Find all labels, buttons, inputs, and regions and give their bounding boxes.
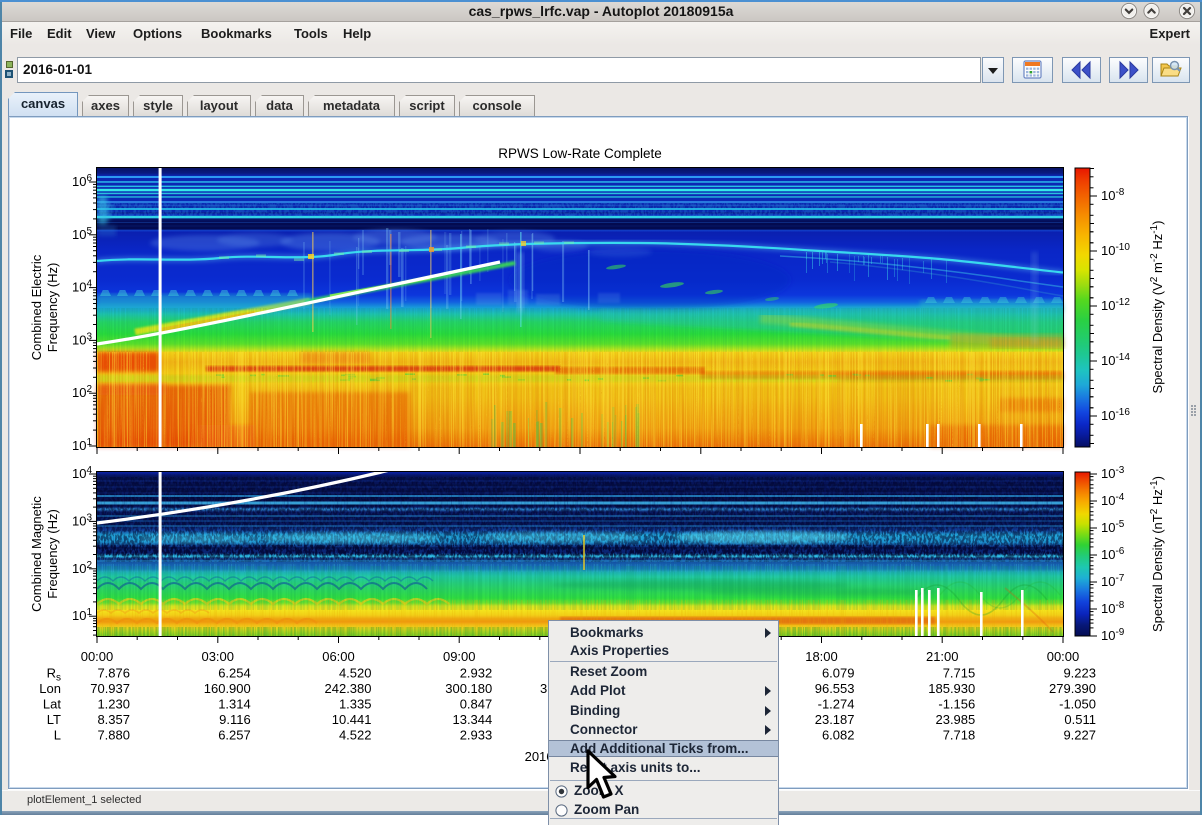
svg-text:Combined Magnetic: Combined Magnetic [29,496,44,612]
svg-text:0.511: 0.511 [1064,712,1096,727]
svg-text:6.254: 6.254 [218,666,251,681]
svg-text:10-4: 10-4 [1101,492,1125,508]
svg-text:2.932: 2.932 [460,666,493,681]
svg-text:185.930: 185.930 [928,681,975,696]
svg-text:103: 103 [72,331,92,347]
svg-text:3: 3 [540,681,547,696]
svg-text:0.847: 0.847 [460,697,493,712]
svg-text:18:00: 18:00 [805,649,838,664]
svg-text:23.187: 23.187 [815,712,855,727]
svg-text:13.344: 13.344 [452,712,492,727]
svg-text:10-16: 10-16 [1101,407,1130,423]
svg-text:1.335: 1.335 [339,697,372,712]
svg-text:1.230: 1.230 [97,697,130,712]
svg-text:9.223: 9.223 [1063,666,1096,681]
svg-text:L: L [54,728,61,743]
svg-text:10-8: 10-8 [1101,187,1125,203]
svg-text:Lat: Lat [43,697,61,712]
svg-text:1.314: 1.314 [218,697,251,712]
svg-text:Spectral Density (nT2 Hz-1): Spectral Density (nT2 Hz-1) [1149,476,1165,632]
svg-text:7.718: 7.718 [943,728,976,743]
svg-text:Frequency (Hz): Frequency (Hz) [45,263,60,353]
svg-text:10-5: 10-5 [1101,519,1125,535]
svg-text:10-7: 10-7 [1101,573,1125,589]
svg-text:10-12: 10-12 [1101,297,1130,313]
svg-text:101: 101 [72,437,92,453]
svg-text:-1.156: -1.156 [938,697,975,712]
svg-text:9.227: 9.227 [1063,728,1096,743]
svg-text:10-10: 10-10 [1101,242,1130,258]
svg-text:104: 104 [72,279,92,295]
svg-text:10-3: 10-3 [1101,465,1125,481]
svg-text:4.520: 4.520 [339,666,372,681]
svg-text:23.985: 23.985 [935,712,975,727]
svg-text:00:00: 00:00 [1047,649,1080,664]
svg-text:102: 102 [72,384,92,400]
svg-text:70.937: 70.937 [90,681,130,696]
svg-text:104: 104 [72,465,92,481]
svg-text:96.553: 96.553 [815,681,855,696]
svg-text:7.715: 7.715 [943,666,976,681]
svg-text:9.116: 9.116 [219,712,251,727]
svg-text:4.522: 4.522 [339,728,372,743]
svg-text:-1.050: -1.050 [1059,697,1096,712]
svg-text:10-8: 10-8 [1101,600,1125,616]
svg-text:06:00: 06:00 [322,649,355,664]
svg-text:10-9: 10-9 [1101,627,1125,643]
svg-text:242.380: 242.380 [325,681,372,696]
svg-text:Frequency (Hz): Frequency (Hz) [45,509,60,599]
svg-text:106: 106 [72,173,92,189]
svg-text:7.876: 7.876 [97,666,130,681]
svg-text:21:00: 21:00 [926,649,959,664]
svg-text:10-14: 10-14 [1101,352,1130,368]
svg-text:10.441: 10.441 [332,712,372,727]
svg-text:2.933: 2.933 [460,728,493,743]
svg-text:RPWS Low-Rate Complete: RPWS Low-Rate Complete [498,146,662,161]
svg-text:6.257: 6.257 [218,728,251,743]
svg-text:8.357: 8.357 [97,712,130,727]
svg-text:7.880: 7.880 [97,728,130,743]
svg-text:6.079: 6.079 [822,666,855,681]
svg-text:105: 105 [72,226,92,242]
svg-text:103: 103 [72,512,92,528]
svg-text:279.390: 279.390 [1049,681,1096,696]
svg-text:102: 102 [72,560,92,576]
svg-text:00:00: 00:00 [81,649,114,664]
svg-text:101: 101 [72,607,92,623]
svg-text:300.180: 300.180 [445,681,492,696]
svg-text:Lon: Lon [39,681,61,696]
svg-text:6.082: 6.082 [822,728,855,743]
svg-text:160.900: 160.900 [204,681,251,696]
svg-text:09:00: 09:00 [443,649,476,664]
svg-text:-1.274: -1.274 [818,697,855,712]
svg-text:10-6: 10-6 [1101,546,1125,562]
svg-text:Combined Electric: Combined Electric [29,254,44,360]
svg-text:03:00: 03:00 [201,649,234,664]
svg-text:LT: LT [47,712,61,727]
svg-text:Spectral Density (V2 m-2 Hz-1): Spectral Density (V2 m-2 Hz-1) [1149,221,1165,394]
